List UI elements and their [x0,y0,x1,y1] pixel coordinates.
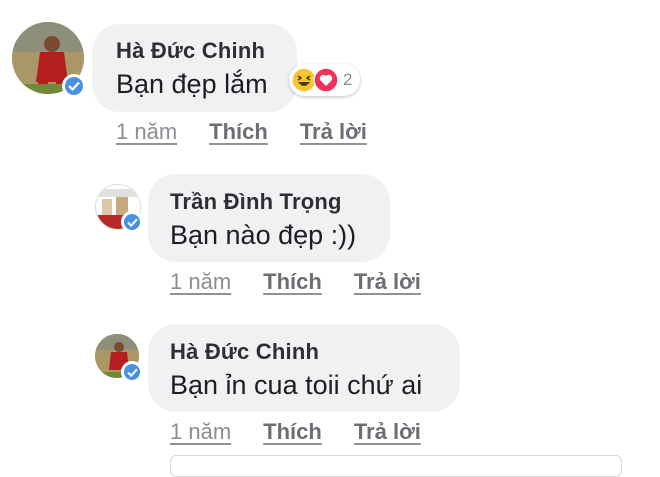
verified-badge-icon [121,361,143,383]
reply-button[interactable]: Trả lời [354,419,421,445]
like-button[interactable]: Thích [263,419,322,445]
comment-author[interactable]: Hà Đức Chinh [170,339,319,365]
timestamp-link[interactable]: 1 năm [170,419,231,445]
comment-actions: 1 năm Thích Trả lời [170,419,421,445]
reply-input-box[interactable] [170,455,622,477]
comment-3: Hà Đức Chinh Bạn ỉn cua toii chứ ai 1 nă… [0,0,660,461]
comment-text: Bạn ỉn cua toii chứ ai [170,370,423,400]
